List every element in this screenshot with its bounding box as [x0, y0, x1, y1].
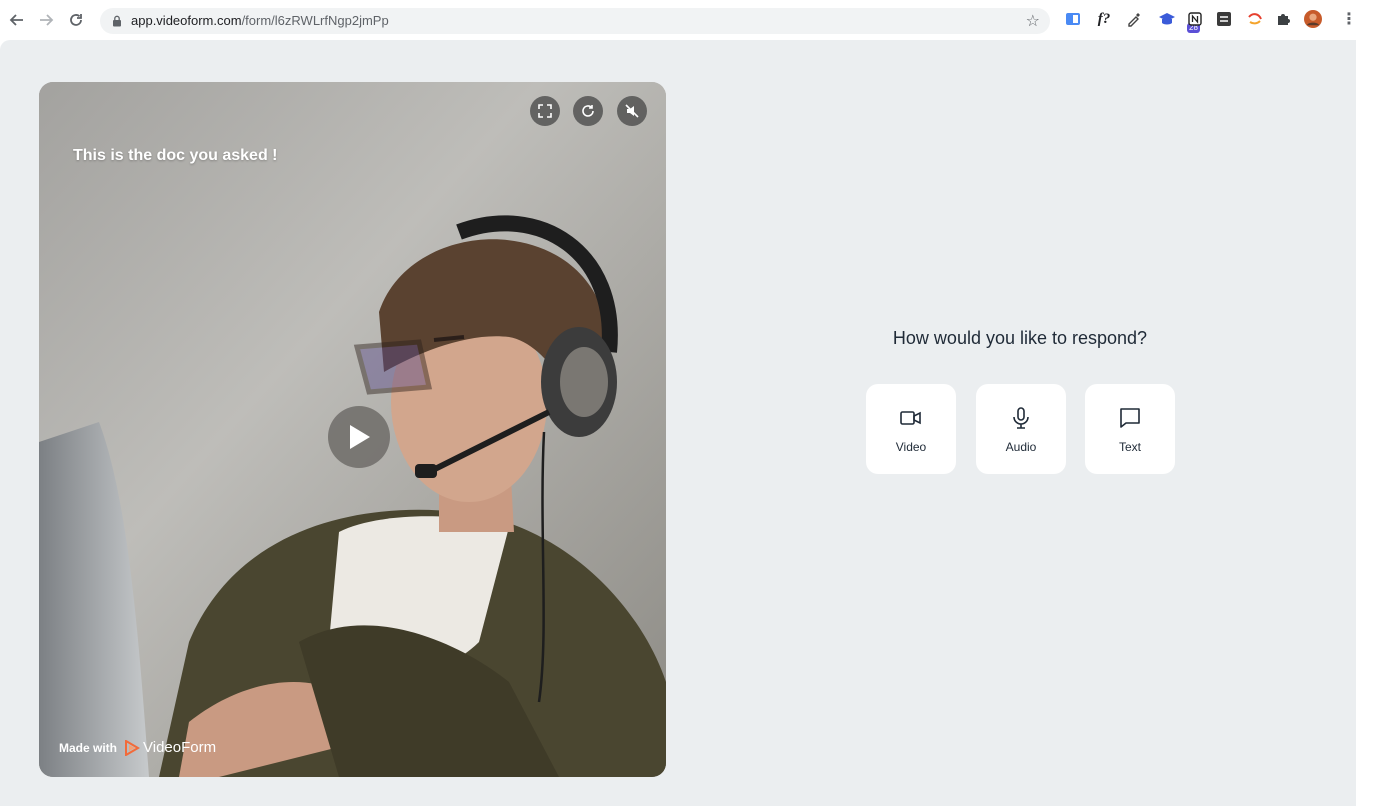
url-path: /form/l6zRWLrfNgp2jmPp	[241, 13, 389, 28]
made-with-label: Made with	[59, 740, 118, 755]
selenium-icon[interactable]	[1215, 10, 1233, 28]
lens-icon[interactable]	[1246, 10, 1264, 28]
mute-icon[interactable]	[617, 96, 647, 126]
url-host: app.videoform.com	[131, 13, 242, 28]
video-player[interactable]: This is the doc you asked ! Made with Vi…	[39, 82, 666, 777]
respond-audio-button[interactable]: Audio	[976, 384, 1066, 474]
profile-avatar[interactable]	[1304, 10, 1322, 28]
url-text: app.videoform.com/form/l6zRWLrfNgp2jmPp	[131, 12, 389, 30]
address-bar[interactable]: app.videoform.com/form/l6zRWLrfNgp2jmPp …	[100, 8, 1050, 34]
more-menu-icon[interactable]: ⋮	[1340, 10, 1358, 28]
scrollbar[interactable]	[1356, 40, 1376, 806]
bookmark-star-icon[interactable]: ☆	[1026, 11, 1040, 31]
puzzle-icon[interactable]	[1274, 10, 1292, 28]
fullscreen-icon[interactable]	[530, 96, 560, 126]
made-with-badge[interactable]: Made with VideoForm	[59, 739, 216, 756]
respond-text-button[interactable]: Text	[1085, 384, 1175, 474]
respond-text-label: Text	[1118, 440, 1141, 454]
browser-toolbar: app.videoform.com/form/l6zRWLrfNgp2jmPp …	[0, 0, 1376, 40]
video-camera-icon	[900, 411, 921, 425]
video-title: This is the doc you asked !	[73, 147, 278, 164]
microphone-icon	[1013, 407, 1029, 429]
brand-name: VideoForm	[143, 739, 217, 756]
fx-icon[interactable]: f?	[1095, 10, 1113, 28]
lock-icon	[113, 15, 121, 27]
play-icon	[350, 425, 370, 449]
respond-audio-label: Audio	[1005, 440, 1037, 454]
respond-video-label: Video	[895, 440, 927, 454]
graduation-cap-icon[interactable]	[1158, 10, 1176, 28]
respond-video-button[interactable]: Video	[866, 384, 956, 474]
reload-icon[interactable]	[65, 9, 87, 31]
refresh-icon[interactable]	[573, 96, 603, 126]
respond-heading: How would you like to respond?	[892, 328, 1148, 348]
page-content: This is the doc you asked ! Made with Vi…	[0, 40, 1356, 806]
translate-icon[interactable]	[1064, 10, 1082, 28]
eyedropper-icon[interactable]	[1125, 10, 1143, 28]
chat-bubble-icon	[1120, 408, 1140, 428]
notion-icon[interactable]	[1186, 10, 1204, 28]
videoform-logo-icon	[125, 739, 141, 756]
play-button[interactable]	[328, 406, 390, 468]
back-icon[interactable]	[6, 9, 28, 31]
forward-icon[interactable]	[35, 9, 57, 31]
